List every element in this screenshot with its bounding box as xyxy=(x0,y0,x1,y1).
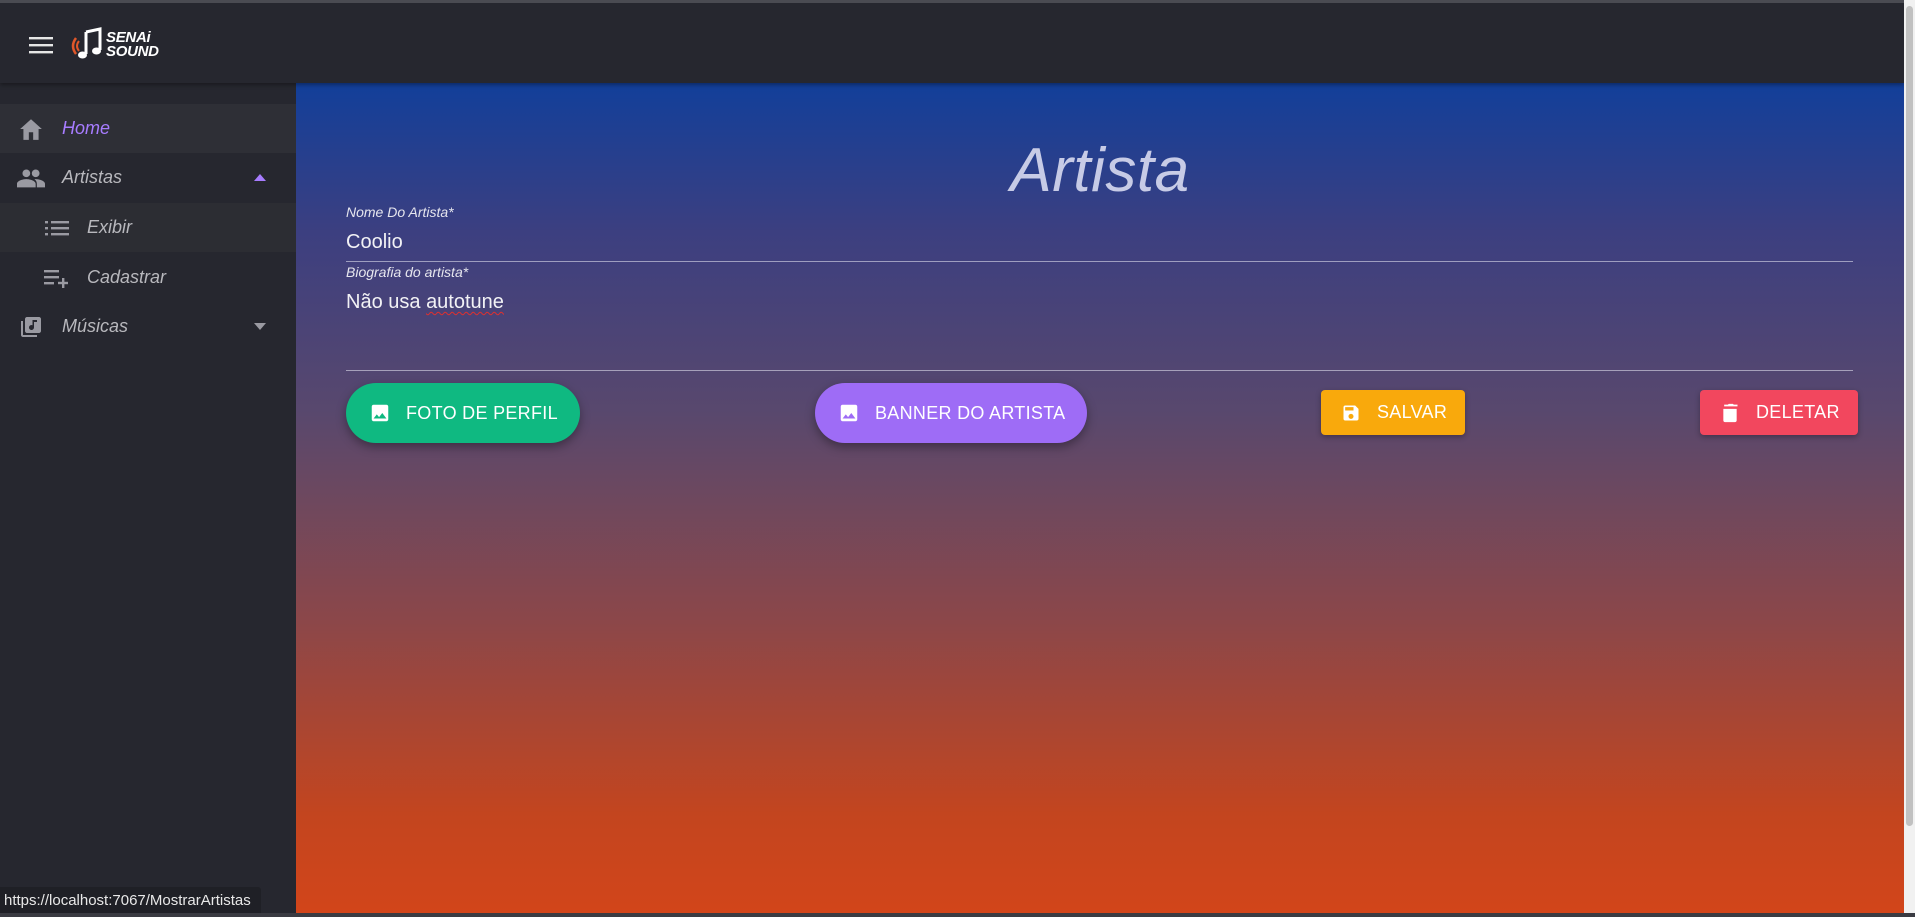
profile-photo-button[interactable]: FOTO DE PERFIL xyxy=(346,383,580,443)
playlist-add-icon xyxy=(42,263,72,293)
main-content: Artista Nome Do Artista* Coolio Biografi… xyxy=(296,83,1904,913)
status-bar-url: https://localhost:7067/MostrarArtistas xyxy=(0,887,261,914)
sidebar-item-home[interactable]: Home xyxy=(0,104,296,153)
image-icon xyxy=(368,401,392,425)
sidebar-item-exibir[interactable]: Exibir xyxy=(0,203,296,252)
home-icon xyxy=(16,114,46,144)
menu-icon[interactable] xyxy=(24,30,58,60)
caret-down-icon[interactable] xyxy=(252,319,268,335)
sidebar-item-label: Artistas xyxy=(62,167,123,187)
sidebar-item-label: Exibir xyxy=(87,217,133,237)
artist-bio-field[interactable]: Não usa autotune xyxy=(346,291,504,314)
artist-bio-label: Biografia do artista* xyxy=(346,264,469,280)
save-label: SALVAR xyxy=(1377,402,1448,422)
music-library-icon xyxy=(16,312,46,342)
trash-icon xyxy=(1718,401,1742,425)
sidebar-item-cadastrar[interactable]: Cadastrar xyxy=(0,253,296,302)
app-bar: SENAi SOUND xyxy=(0,0,1904,83)
save-button[interactable]: SALVAR xyxy=(1321,390,1466,435)
profile-photo-label: FOTO DE PERFIL xyxy=(406,402,558,423)
caret-up-icon[interactable] xyxy=(252,170,268,186)
artist-bio-underline xyxy=(346,370,1853,371)
brand-line-2: SOUND xyxy=(106,43,159,60)
window-scrollbar[interactable] xyxy=(1904,0,1915,917)
scrollbar-thumb[interactable] xyxy=(1906,6,1913,826)
window-bottom-edge xyxy=(0,913,1915,917)
brand-name: SENAi SOUND xyxy=(106,30,159,60)
image-icon xyxy=(837,401,861,425)
artist-name-label: Nome Do Artista* xyxy=(346,204,454,220)
delete-button[interactable]: DELETAR xyxy=(1700,390,1858,435)
bio-misspelled-word: autotune xyxy=(426,291,504,313)
save-icon xyxy=(1339,401,1363,425)
sidebar-item-artistas[interactable]: Artistas xyxy=(0,153,296,202)
artist-name-field[interactable]: Coolio xyxy=(346,231,403,254)
people-icon xyxy=(16,163,46,193)
artist-banner-button[interactable]: BANNER DO ARTISTA xyxy=(815,383,1088,443)
sidebar-item-label: Home xyxy=(62,118,111,138)
sidebar-item-label: Cadastrar xyxy=(87,267,167,287)
sidebar-item-label: Músicas xyxy=(62,316,129,336)
bio-text: Não usa xyxy=(346,291,427,313)
sidebar: Home Artistas Exibir Cadastrar Músicas xyxy=(0,83,296,917)
artist-name-underline xyxy=(346,261,1853,262)
sidebar-item-musicas[interactable]: Músicas xyxy=(0,302,296,351)
senai-sound-logo[interactable]: SENAi SOUND xyxy=(70,23,159,67)
delete-label: DELETAR xyxy=(1756,402,1840,422)
artist-banner-label: BANNER DO ARTISTA xyxy=(875,402,1066,423)
page-title: Artista xyxy=(1010,136,1190,205)
list-icon xyxy=(42,213,72,243)
music-note-icon xyxy=(71,27,102,59)
